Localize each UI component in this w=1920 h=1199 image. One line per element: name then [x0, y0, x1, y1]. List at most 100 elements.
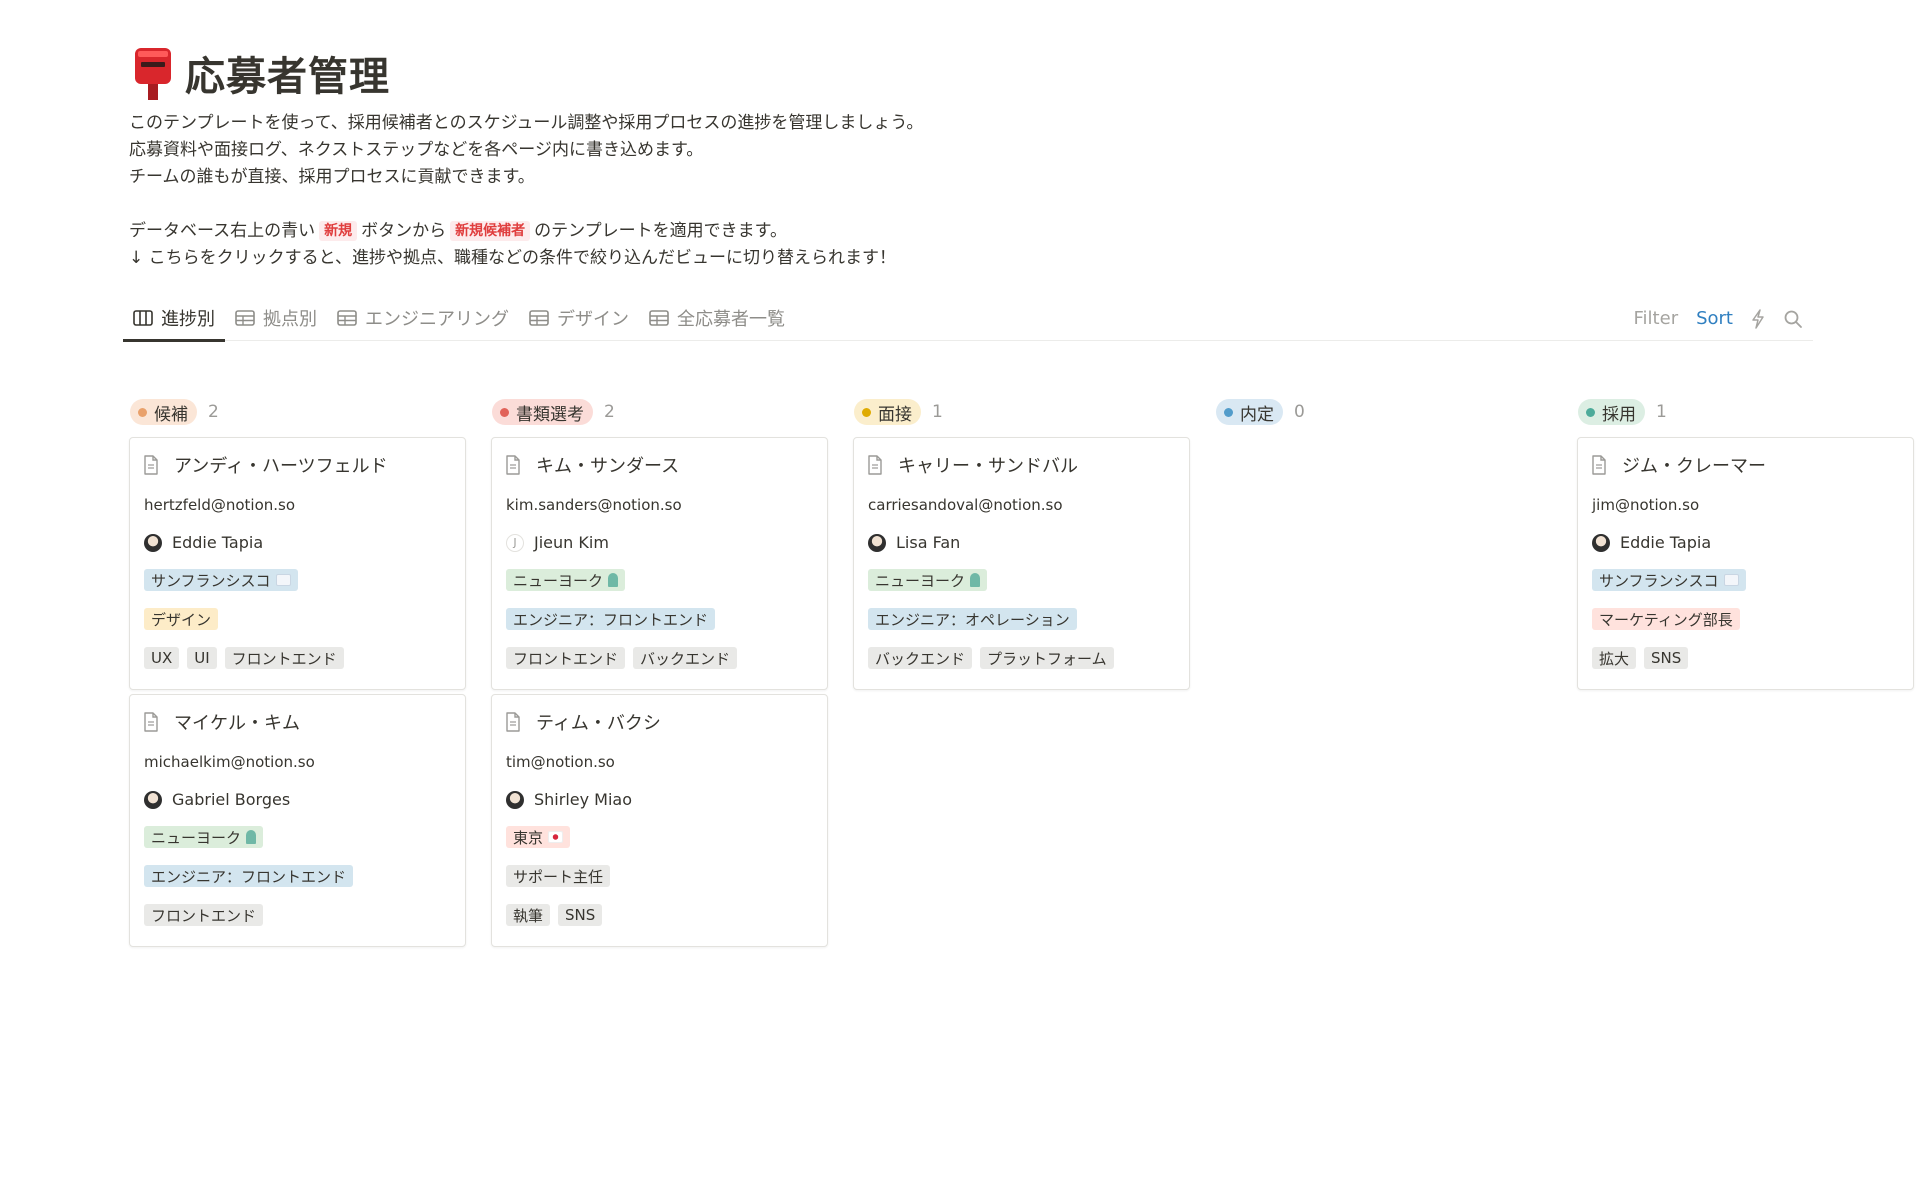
column-count: 2 — [208, 402, 219, 422]
filter-button[interactable]: Filter — [1634, 308, 1679, 329]
role-tag: サポート主任 — [506, 865, 611, 887]
tab-location[interactable]: 拠点別 — [225, 296, 327, 341]
status-badge[interactable]: 内定 — [1216, 399, 1283, 425]
description-line: ↓ こちらをクリックすると、進捗や拠点、職種などの条件で絞り込んだビューに切り替… — [129, 248, 896, 268]
location-tags: 東京 — [506, 826, 571, 848]
skill-tag: 拡大 — [1592, 647, 1637, 669]
card-title[interactable]: マイケル・キム — [143, 709, 300, 735]
tab-engineering[interactable]: エンジニアリング — [327, 296, 519, 341]
skill-tags: フロントエンド — [144, 904, 264, 926]
page-title[interactable]: 応募者管理 — [185, 44, 390, 102]
role-tags: マーケティング部長 — [1592, 608, 1740, 630]
candidate-name: キム・サンダース — [536, 456, 680, 477]
skill-tag: 執筆 — [506, 904, 551, 926]
tab-label: 全応募者一覧 — [677, 309, 785, 330]
table-icon — [235, 310, 255, 326]
status-badge[interactable]: 面接 — [854, 399, 921, 425]
assignee: J Jieun Kim — [506, 533, 609, 552]
skill-tag: プラットフォーム — [980, 647, 1114, 669]
status-dot — [1224, 407, 1233, 417]
tab-design[interactable]: デザイン — [519, 296, 639, 341]
tab-label: デザイン — [557, 309, 629, 330]
status-dot — [1586, 407, 1595, 417]
lightning-icon[interactable] — [1751, 308, 1765, 329]
view-tabs: 進捗別 拠点別 エンジニアリング デザイン 全応募者一覧 Filter Sort — [123, 296, 1813, 342]
candidate-card[interactable]: ジム・クレーマー jim@notion.so Eddie Tapia サンフランシスコ… — [1577, 437, 1914, 690]
location-tag: ニューヨーク — [144, 826, 264, 848]
page-icon — [505, 712, 521, 732]
assignee-name: Shirley Miao — [534, 790, 633, 809]
column-count: 1 — [932, 402, 943, 422]
location-tags: サンフランシスコ — [144, 569, 298, 591]
assignee: Eddie Tapia — [144, 533, 263, 552]
page-title-row: 応募者管理 — [129, 40, 1809, 106]
status-badge[interactable]: 採用 — [1578, 399, 1645, 425]
new-candidate-template-reference: 新規候補者 — [450, 221, 531, 241]
table-icon — [649, 310, 669, 326]
column-header: 採用 1 — [1578, 398, 1914, 426]
status-badge[interactable]: 候補 — [130, 399, 197, 425]
board-column: 候補 2 アンディ・ハーツフェルド hertzfeld@notion.so Eddie … — [129, 398, 466, 947]
card-title[interactable]: ジム・クレーマー — [1591, 452, 1766, 478]
location-tag: ニューヨーク — [506, 569, 626, 591]
candidate-email[interactable]: michaelkim@notion.so — [144, 753, 315, 771]
column-header: 面接 1 — [854, 398, 1190, 426]
sort-button[interactable]: Sort — [1696, 308, 1733, 329]
description-line: データベース右上の青い 新規 ボタンから 新規候補者 のテンプレートを適用できます。 — [129, 221, 787, 241]
card-title[interactable]: キャリー・サンドバル — [867, 452, 1078, 478]
status-dot — [862, 407, 871, 417]
location-tags: サンフランシスコ — [1592, 569, 1746, 591]
candidate-card[interactable]: キム・サンダース kim.sanders@notion.so J Jieun Kim ニ… — [491, 437, 828, 690]
description-line: 応募資料や面接ログ、ネクストステップなどを各ページ内に書き込めます。 — [129, 140, 704, 160]
candidate-name: ティム・バクシ — [536, 713, 661, 734]
skill-tag: SNS — [558, 904, 603, 926]
status-badge[interactable]: 書類選考 — [492, 399, 593, 425]
role-tag: デザイン — [144, 608, 219, 630]
skill-tag: SNS — [1644, 647, 1689, 669]
postcard-emoji-icon — [275, 574, 291, 586]
skill-tag: バックエンド — [633, 647, 738, 669]
candidate-name: キャリー・サンドバル — [898, 456, 1078, 477]
skill-tag: バックエンド — [868, 647, 973, 669]
candidate-email[interactable]: kim.sanders@notion.so — [506, 496, 682, 514]
description-line: このテンプレートを使って、採用候補者とのスケジュール調整や採用プロセスの進捗を管… — [129, 113, 924, 133]
postcard-emoji-icon — [1723, 574, 1739, 586]
card-title[interactable]: ティム・バクシ — [505, 709, 661, 735]
statue-of-liberty-emoji-icon — [608, 573, 619, 587]
card-title[interactable]: アンディ・ハーツフェルド — [143, 452, 388, 478]
assignee: Shirley Miao — [506, 790, 632, 809]
statue-of-liberty-emoji-icon — [246, 830, 257, 844]
location-tag: サンフランシスコ — [1592, 569, 1746, 591]
location-tags: ニューヨーク — [868, 569, 988, 591]
column-count: 0 — [1294, 402, 1305, 422]
candidate-email[interactable]: tim@notion.so — [506, 753, 615, 771]
page-description: このテンプレートを使って、採用候補者とのスケジュール調整や採用プロセスの進捗を管… — [129, 110, 1809, 272]
candidate-card[interactable]: アンディ・ハーツフェルド hertzfeld@notion.so Eddie Tap… — [129, 437, 466, 690]
board-column: 採用 1 ジム・クレーマー jim@notion.so Eddie Tapia サンフラン… — [1577, 398, 1914, 690]
search-icon[interactable] — [1783, 309, 1803, 329]
candidate-email[interactable]: jim@notion.so — [1592, 496, 1699, 514]
candidate-card[interactable]: マイケル・キム michaelkim@notion.so Gabriel Borge… — [129, 694, 466, 947]
skill-tag: フロントエンド — [144, 904, 264, 926]
candidate-card[interactable]: キャリー・サンドバル carriesandoval@notion.so Lisa F… — [853, 437, 1190, 690]
skill-tags: バックエンド プラットフォーム — [868, 647, 1114, 669]
board-column: 内定 0 — [1215, 398, 1552, 426]
status-label: 書類選考 — [516, 404, 584, 425]
tab-progress[interactable]: 進捗別 — [123, 296, 225, 342]
role-tags: デザイン — [144, 608, 219, 630]
column-count: 2 — [604, 402, 615, 422]
postbox-icon[interactable] — [129, 44, 177, 102]
tab-all-applicants[interactable]: 全応募者一覧 — [639, 296, 795, 341]
role-tags: サポート主任 — [506, 865, 611, 887]
avatar — [144, 533, 162, 552]
new-button-reference: 新規 — [319, 221, 358, 241]
candidate-email[interactable]: carriesandoval@notion.so — [868, 496, 1063, 514]
candidate-email[interactable]: hertzfeld@notion.so — [144, 496, 295, 514]
candidate-card[interactable]: ティム・バクシ tim@notion.so Shirley Miao 東京サポート主任… — [491, 694, 828, 947]
board-icon — [133, 310, 153, 326]
card-title[interactable]: キム・サンダース — [505, 452, 679, 478]
assignee: Gabriel Borges — [144, 790, 290, 809]
view-toolbar: Filter Sort — [1634, 296, 1803, 341]
skill-tag: UX — [144, 647, 180, 669]
page-icon — [143, 712, 159, 732]
